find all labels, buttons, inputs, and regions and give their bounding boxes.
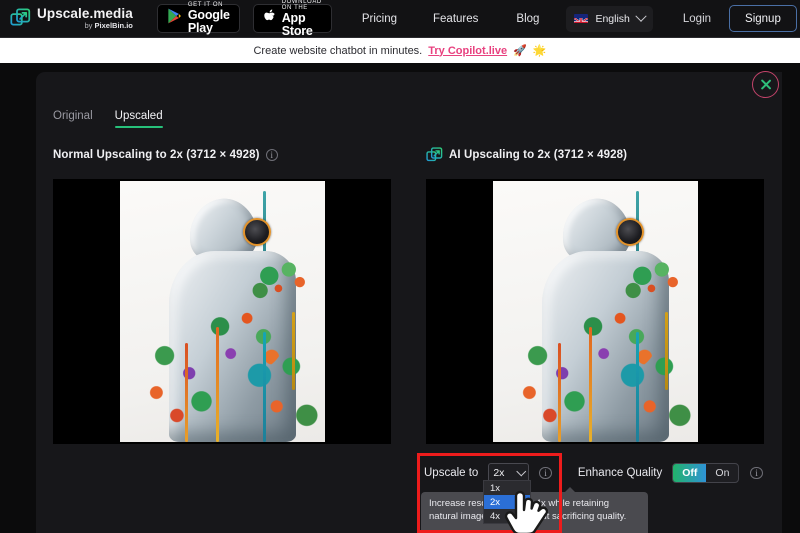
upscale-arrow-icon	[10, 8, 31, 29]
nav-link-login[interactable]: Login	[683, 13, 711, 25]
logo-title: Upscale.media	[37, 6, 133, 22]
comparison-panels: Normal Upscaling to 2x (3712 × 4928) i A…	[36, 144, 782, 444]
enhance-quality-label: Enhance Quality	[577, 467, 663, 479]
upscale-to-label: Upscale to	[424, 467, 479, 479]
uk-flag-icon	[574, 14, 589, 23]
promo-text: Create website chatbot in minutes.	[253, 44, 423, 57]
promo-link[interactable]: Try Copilot.live	[428, 45, 507, 57]
enhance-quality-toggle[interactable]: Off On	[672, 463, 740, 483]
enhance-toggle-off[interactable]: Off	[673, 464, 707, 482]
ai-panel-header: AI Upscaling to 2x (3712 × 4928)	[409, 144, 782, 166]
google-play-badge[interactable]: GET IT ON Google Play	[156, 2, 240, 35]
enhance-toggle-on[interactable]: On	[706, 464, 738, 482]
app-store-badge[interactable]: Download on the App Store	[252, 0, 332, 37]
ai-image-frame	[426, 179, 764, 444]
tab-original[interactable]: Original	[53, 110, 93, 128]
upscale-factor-value: 2x	[493, 467, 505, 479]
tab-upscaled[interactable]: Upscaled	[114, 110, 163, 128]
app-store-text: Download on the App Store	[282, 0, 322, 38]
site-header: Upscale.media by PixelBin.io GET IT ON G…	[0, 0, 800, 38]
ai-upscaled-image	[492, 181, 698, 442]
normal-upscale-panel: Normal Upscaling to 2x (3712 × 4928) i	[36, 144, 409, 444]
nav-link-blog[interactable]: Blog	[516, 13, 539, 25]
info-icon[interactable]: i	[265, 148, 279, 162]
logo-subtitle: by PixelBin.io	[84, 20, 133, 30]
site-logo[interactable]: Upscale.media by PixelBin.io	[10, 7, 133, 29]
signup-button[interactable]: Signup	[729, 5, 797, 32]
language-selector[interactable]: English	[566, 5, 653, 32]
sparkle-icon: 🌟	[532, 45, 547, 57]
google-play-big: Google Play	[187, 7, 230, 35]
language-label: English	[595, 12, 630, 25]
logo-text: Upscale.media by PixelBin.io	[37, 7, 133, 29]
google-play-icon	[167, 8, 182, 29]
nav-link-pricing[interactable]: Pricing	[362, 13, 397, 25]
normal-panel-title: Normal Upscaling to 2x (3712 × 4928)	[53, 149, 260, 161]
normal-image-frame	[53, 179, 391, 444]
info-icon[interactable]: i	[539, 466, 552, 480]
upscale-controls: Upscale to 2x i Enhance Quality Off On i	[424, 463, 763, 483]
close-icon[interactable]	[752, 71, 779, 98]
page-root: Upscale.media by PixelBin.io GET IT ON G…	[0, 0, 800, 533]
normal-upscaled-image	[119, 181, 325, 442]
upscale-arrow-icon	[426, 146, 443, 164]
result-tabs: Original Upscaled	[53, 110, 163, 128]
google-play-text: GET IT ON Google Play	[188, 2, 230, 35]
hand-pointer-cursor	[502, 490, 549, 533]
nav-link-features[interactable]: Features	[433, 13, 478, 25]
rocket-icon: 🚀	[513, 45, 527, 57]
chevron-down-icon	[635, 10, 647, 22]
app-store-small: Download on the	[281, 0, 322, 12]
chevron-down-icon	[516, 466, 526, 476]
ai-upscale-panel: AI Upscaling to 2x (3712 × 4928)	[409, 144, 782, 444]
info-icon[interactable]: i	[750, 466, 763, 480]
promo-banner: Create website chatbot in minutes. Try C…	[0, 38, 800, 63]
normal-panel-header: Normal Upscaling to 2x (3712 × 4928) i	[36, 144, 409, 166]
ai-panel-title: AI Upscaling to 2x (3712 × 4928)	[449, 149, 628, 161]
app-store-big: App Store	[281, 10, 313, 38]
apple-icon	[263, 8, 276, 29]
